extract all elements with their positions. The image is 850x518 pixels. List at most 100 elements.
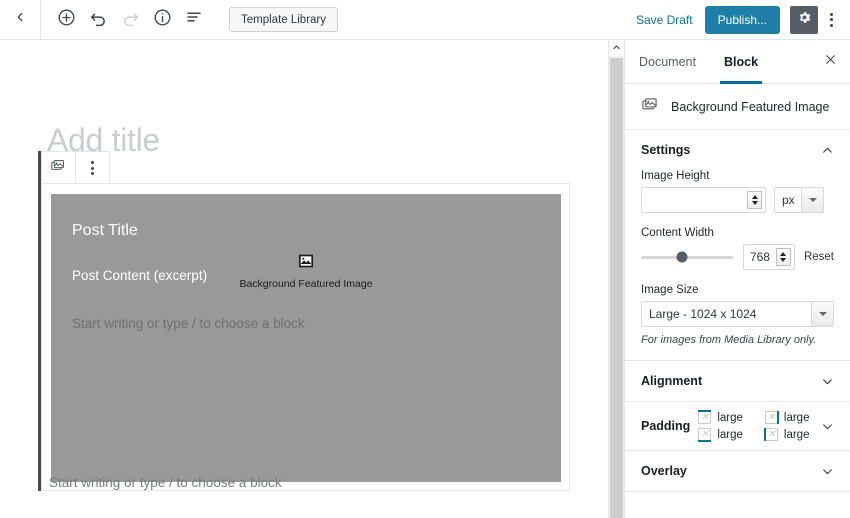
publish-button[interactable]: Publish... [704,5,780,34]
image-stack-icon [50,157,67,179]
padding-right-value: large [783,411,810,424]
panel-padding-header[interactable]: Padding ✕ large ✕ large ✕ large ✕ large [625,402,850,450]
chevron-down-icon [821,420,834,433]
image-size-label: Image Size [641,284,699,296]
panel-overlay: Overlay [625,451,850,492]
padding-left-value: large [783,428,810,441]
content-width-input[interactable] [743,245,776,269]
tab-document[interactable]: Document [625,40,710,83]
block-frame: Post Title Post Content (excerpt) Start … [41,183,570,491]
editor-canvas[interactable]: Add title Post Title Post Content (excer… [0,40,608,518]
block-options-button[interactable] [76,152,109,184]
image-height-stepper[interactable] [747,191,762,209]
content-width-stepper[interactable] [775,248,791,266]
save-draft-button[interactable]: Save Draft [626,13,703,27]
padding-top-icon: ✕ [698,410,712,424]
scrollbar-up-button[interactable] [609,40,624,56]
tab-document-label: Document [639,54,696,69]
plus-circle-icon [57,8,76,32]
add-block-button[interactable] [51,5,81,35]
chevron-left-icon [13,10,27,29]
template-library-button[interactable]: Template Library [229,7,339,32]
content-width-label: Content Width [641,227,714,239]
content-info-button[interactable] [147,5,177,35]
redo-button[interactable] [115,5,145,35]
image-height-input[interactable] [642,188,747,212]
chevron-down-icon [821,465,834,478]
image-stack-icon [641,95,660,119]
image-placeholder-group: Background Featured Image [51,253,561,290]
image-placeholder-icon [298,253,314,274]
padding-top-item[interactable]: ✕ large [698,410,743,424]
padding-right-item[interactable]: ✕ large [764,411,810,424]
panel-overlay-header[interactable]: Overlay [625,451,850,491]
panel-alignment-header[interactable]: Alignment [625,361,850,401]
block-header-label: Background Featured Image [671,99,830,114]
tab-block-label: Block [723,54,759,69]
tab-block[interactable]: Block [710,40,772,84]
block-type-button[interactable] [42,152,75,184]
settings-toggle-button[interactable] [790,5,818,34]
image-size-value: Large - 1024 x 1024 [649,307,757,321]
content-width-slider-thumb[interactable] [676,251,688,263]
image-height-label: Image Height [641,170,710,182]
panel-settings-header[interactable]: Settings [625,130,850,170]
image-height-row: px [641,187,834,213]
preview-post-title: Post Title [72,222,138,239]
close-icon [824,53,837,71]
padding-bottom-value: large [717,428,743,441]
canvas-scrollbar[interactable] [608,40,624,518]
panel-settings: Settings Image Height px Content Width 7… [625,130,850,361]
chevron-down-icon [811,302,833,326]
chevron-up-icon [821,144,834,157]
padding-left-icon: ✕ [763,428,778,441]
panel-alignment-title: Alignment [641,374,703,388]
close-sidebar-button[interactable] [810,40,850,83]
padding-bottom-icon: ✕ [698,428,712,442]
block-navigation-button[interactable] [179,5,209,35]
undo-icon [89,8,108,32]
sidebar-tabs: Document Block [625,40,850,84]
background-featured-image-preview[interactable]: Post Title Post Content (excerpt) Start … [51,194,561,482]
scrollbar-thumb[interactable] [610,58,623,518]
image-size-help-text: For images from Media Library only. [641,334,817,346]
image-height-unit-value: px [782,193,795,207]
block-header: Background Featured Image [625,84,850,130]
publish-label: Publish... [717,12,767,27]
settings-sidebar: Document Block Background Featured Image… [624,40,850,518]
info-circle-icon [153,8,172,32]
padding-top-value: large [717,411,743,424]
toolbar-tools: Template Library [41,5,339,35]
list-view-icon [185,8,203,31]
image-height-unit-select[interactable]: px [774,187,824,213]
image-height-input-wrap [641,187,766,213]
default-block-placeholder[interactable]: Start writing or type / to choose a bloc… [49,475,282,490]
chevron-up-icon [612,39,621,57]
back-button[interactable] [0,0,40,39]
chevron-down-icon [801,188,823,212]
preview-inner-placeholder[interactable]: Start writing or type / to choose a bloc… [72,316,305,331]
image-placeholder-label: Background Featured Image [239,278,373,290]
padding-bottom-item[interactable]: ✕ large [698,428,743,442]
content-width-slider[interactable] [641,251,733,263]
undo-button[interactable] [83,5,113,35]
content-width-input-wrap [742,244,795,270]
save-draft-label: Save Draft [635,12,693,27]
padding-right-icon: ✕ [764,411,779,424]
redo-icon [121,8,140,32]
panel-alignment: Alignment [625,361,850,402]
content-width-row: Reset [641,244,834,270]
padding-left-item[interactable]: ✕ large [763,428,810,441]
more-vertical-icon [91,161,94,175]
more-menu-button[interactable] [818,5,844,35]
editor-toolbar: Template Library Save Draft Publish... [0,0,850,40]
panel-padding-title: Padding [641,419,691,433]
panel-settings-title: Settings [641,143,691,157]
chevron-down-icon [821,375,834,388]
content-width-reset-button[interactable]: Reset [804,251,834,263]
panel-padding: Padding ✕ large ✕ large ✕ large ✕ large [625,402,850,451]
editor-root: Template Library Save Draft Publish... A… [0,0,850,518]
toolbar-actions: Save Draft Publish... [626,5,850,35]
panel-overlay-title: Overlay [641,464,687,478]
image-size-select[interactable]: Large - 1024 x 1024 [641,301,834,327]
